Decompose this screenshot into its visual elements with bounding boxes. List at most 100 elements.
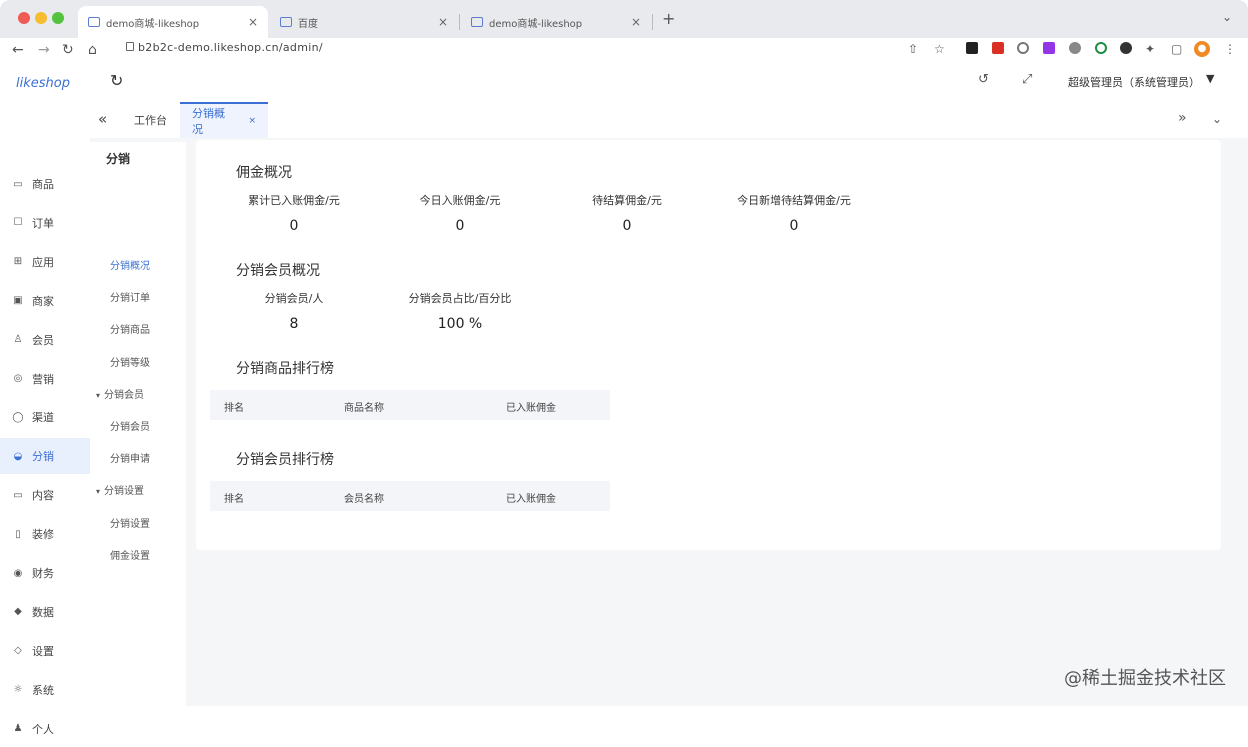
url-text: b2b2c-demo.likeshop.cn/admin/ xyxy=(138,41,323,54)
sidebar-item-data[interactable]: ◆ 数据 xyxy=(0,594,90,630)
extension-icon[interactable] xyxy=(1120,42,1132,54)
sidebar-item-channel[interactable]: ◯ 渠道 xyxy=(0,399,90,435)
extension-icon[interactable] xyxy=(966,42,978,54)
tab-workbench[interactable]: 工作台 xyxy=(122,102,179,138)
page-tabs-bar: « 工作台 分销概况 × » ⌄ xyxy=(90,102,1248,138)
admin-name[interactable]: 超级管理员（系统管理员） xyxy=(1068,74,1200,90)
double-chevron-right-icon[interactable]: » xyxy=(1178,110,1187,126)
logo: likeshop xyxy=(16,76,70,91)
chevron-down-icon[interactable]: ⌄ xyxy=(1222,10,1232,24)
browser-tab-title: demo商城-likeshop xyxy=(489,18,583,30)
profile-avatar[interactable]: ● xyxy=(1194,41,1210,57)
extension-icon[interactable] xyxy=(1095,42,1107,54)
sidebar-item-marketing[interactable]: ◎ 营销 xyxy=(0,361,90,397)
close-icon[interactable]: × xyxy=(248,15,258,29)
watermark: @稀土掘金技术社区 xyxy=(1064,668,1226,689)
browser-tab-3[interactable]: demo商城-likeshop × xyxy=(461,6,651,38)
sidebar-item-goods[interactable]: ▭ 商品 xyxy=(0,166,90,202)
stat-label: 待结算佣金/元 xyxy=(592,194,662,207)
sidebar-item-label: 装修 xyxy=(32,528,54,542)
refresh-icon[interactable]: ↻ xyxy=(110,71,123,90)
stat-value: 100 % xyxy=(437,316,483,332)
commission-section-title: 佣金概况 xyxy=(236,165,292,181)
subnav-item[interactable]: 佣金设置 xyxy=(110,547,150,562)
reload-page-icon[interactable]: ↺ xyxy=(978,72,989,87)
decorate-icon: ▯ xyxy=(15,528,21,540)
stat-value: 8 xyxy=(289,316,299,332)
sidebar-item-label: 个人 xyxy=(32,722,54,736)
sidebar-item-member[interactable]: ♙ 会员 xyxy=(0,322,90,358)
tab-divider xyxy=(459,14,460,30)
subnav-item[interactable]: 分销等级 xyxy=(110,354,150,369)
browser-tab-title: demo商城-likeshop xyxy=(106,18,200,30)
maximize-window-button[interactable] xyxy=(52,12,64,24)
sidebar-item-label: 内容 xyxy=(32,489,54,503)
extension-icon[interactable] xyxy=(992,42,1004,54)
close-icon[interactable]: × xyxy=(438,15,448,29)
subnav-item-label: 分销申请 xyxy=(110,454,150,466)
subnav-group[interactable]: ▾ 分销会员 xyxy=(96,386,144,401)
order-icon: ☐ xyxy=(13,217,23,229)
close-icon[interactable]: × xyxy=(248,116,256,126)
data-icon: ◆ xyxy=(14,606,22,618)
browser-tabstrip: demo商城-likeshop × 百度 × demo商城-likeshop ×… xyxy=(0,0,1248,38)
tab-distribution-overview[interactable]: 分销概况 × xyxy=(180,102,268,138)
fullscreen-icon[interactable]: ⤢ xyxy=(1022,72,1032,87)
bookmark-star-icon[interactable]: ☆ xyxy=(934,42,945,56)
subnav-item[interactable]: 分销会员 xyxy=(110,418,150,433)
share-icon[interactable]: ⇧ xyxy=(908,42,918,56)
sidebar-item-settings[interactable]: ◇ 设置 xyxy=(0,633,90,669)
sidebar-item-shop[interactable]: ▣ 商家 xyxy=(0,283,90,319)
extension-icon[interactable] xyxy=(1017,42,1029,54)
sidebar-item-app[interactable]: ⊞ 应用 xyxy=(0,244,90,280)
sidebar-item-label: 商品 xyxy=(32,178,54,191)
sidebar-item-distribution[interactable]: ◒ 分销 xyxy=(0,438,90,475)
shop-icon: ▣ xyxy=(13,295,23,307)
sidebar-item-user[interactable]: ♟ 个人 xyxy=(0,711,90,747)
sidebar-item-decorate[interactable]: ▯ 装修 xyxy=(0,516,90,552)
forward-icon[interactable]: → xyxy=(38,41,50,59)
stat-label: 今日入账佣金/元 xyxy=(419,194,501,207)
favicon-icon xyxy=(280,17,292,27)
sidepanel-icon[interactable]: ▢ xyxy=(1171,42,1182,56)
caret-down-icon[interactable]: ▼ xyxy=(1206,72,1214,85)
close-window-button[interactable] xyxy=(18,12,30,24)
subnav-item[interactable]: 分销设置 xyxy=(110,515,150,530)
puzzle-icon[interactable]: ✦ xyxy=(1145,42,1155,56)
reload-icon[interactable]: ↻ xyxy=(62,41,74,59)
settings-icon: ◇ xyxy=(14,645,22,657)
channel-icon: ◯ xyxy=(12,411,24,423)
back-icon[interactable]: ← xyxy=(12,41,24,59)
caret-down-icon: ▾ xyxy=(96,487,101,497)
extension-icon[interactable] xyxy=(1069,42,1081,54)
more-icon[interactable]: ⋮ xyxy=(1224,42,1236,56)
subnav-item[interactable]: 分销概况 xyxy=(110,257,150,272)
address-bar[interactable]: b2b2c-demo.likeshop.cn/admin/ xyxy=(114,39,894,59)
subnav-item-label: 分销概况 xyxy=(110,261,150,272)
subnav-item[interactable]: 分销商品 xyxy=(110,321,150,336)
lock-icon xyxy=(126,42,134,51)
user-icon: ♟ xyxy=(13,723,23,735)
browser-tab-1[interactable]: demo商城-likeshop × xyxy=(78,6,268,38)
subnav-group[interactable]: ▾ 分销设置 xyxy=(96,482,144,497)
tab-divider xyxy=(652,14,653,30)
close-icon[interactable]: × xyxy=(631,15,641,29)
sidebar-item-content[interactable]: ▭ 内容 xyxy=(0,477,90,513)
sidebar-item-finance[interactable]: ◉ 财务 xyxy=(0,555,90,591)
subnav-item-label: 分销设置 xyxy=(110,518,150,530)
caret-down-icon: ▾ xyxy=(96,390,101,400)
sidebar-item-order[interactable]: ☐ 订单 xyxy=(0,205,90,241)
subnav-item[interactable]: 分销订单 xyxy=(110,289,150,304)
browser-toolbar: ← → ↻ ⌂ b2b2c-demo.likeshop.cn/admin/ ⇧ … xyxy=(0,38,1248,62)
extension-icon[interactable] xyxy=(1043,42,1055,54)
column-header: 排名 xyxy=(224,494,244,505)
home-icon[interactable]: ⌂ xyxy=(88,41,97,59)
browser-tab-2[interactable]: 百度 × xyxy=(270,6,458,38)
sidebar-item-system[interactable]: ☼ 系统 xyxy=(0,672,90,708)
sub-sidebar-title: 分销 xyxy=(106,152,131,166)
subnav-item[interactable]: 分销申请 xyxy=(110,450,150,465)
collapse-sidebar-icon[interactable]: « xyxy=(98,110,107,128)
minimize-window-button[interactable] xyxy=(35,12,47,24)
new-tab-icon[interactable]: + xyxy=(662,9,675,28)
chevron-down-icon[interactable]: ⌄ xyxy=(1212,112,1222,126)
